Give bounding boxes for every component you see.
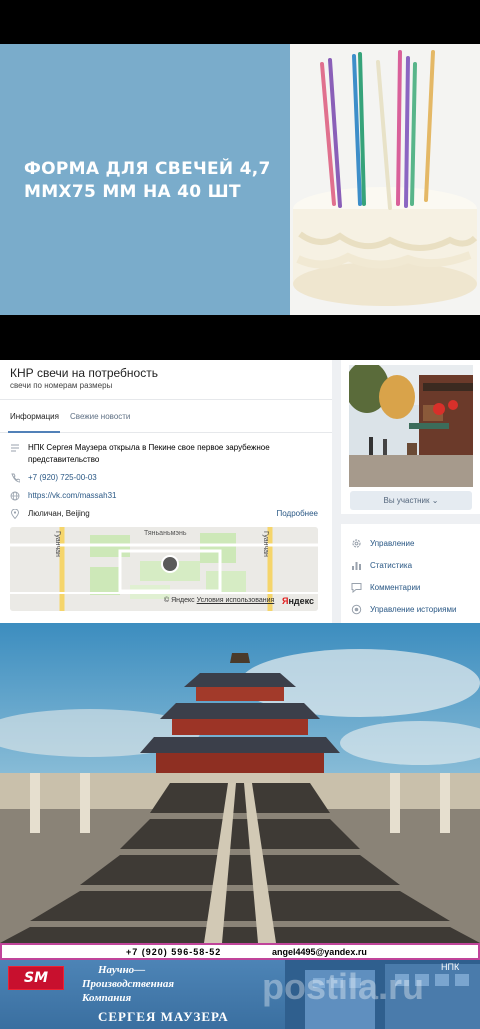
map-copyright: © Яндекс <box>164 597 195 604</box>
stories-icon <box>351 604 362 615</box>
globe-icon <box>10 491 20 501</box>
more-details-link[interactable]: Подробнее <box>277 509 319 518</box>
company-line-3: Компания <box>82 992 132 1004</box>
description-text-line2: представительство <box>28 455 100 464</box>
postila-watermark: postila.ru <box>262 966 425 1007</box>
gear-icon <box>352 539 361 548</box>
location-row: Люличан, Beijing <box>10 508 210 520</box>
tab-latest-news[interactable]: Свежие новости <box>70 412 130 421</box>
candles-cake-photo <box>290 44 480 315</box>
menu-item-label: Управление историями <box>370 605 457 614</box>
location-text: Люличан, Beijing <box>28 509 90 518</box>
contact-phone: +7 (920) 596-58-52 <box>126 947 222 957</box>
map-street-label: Гуанчан <box>54 531 61 557</box>
phone-link[interactable]: +7 (920) 725-00-03 <box>28 472 97 484</box>
phone-icon <box>11 473 20 483</box>
stats-icon <box>352 562 361 570</box>
menu-item-label: Статистика <box>370 561 413 570</box>
description-icon <box>11 444 19 452</box>
location-map[interactable]: Гуанчан Гуанчан Тяньаньмэнь © Яндекс Усл… <box>10 527 318 611</box>
banner-title: Форма для свечей 4,7 ммх75 мм на 40 шт <box>24 159 271 202</box>
active-tab-indicator <box>8 431 60 433</box>
description-row: НПК Сергея Маузера открыла в Пекине свое… <box>10 442 320 468</box>
npk-label: НПК <box>441 962 460 972</box>
group-cover-photo[interactable] <box>349 365 473 487</box>
map-attribution: © Яндекс Условия использования <box>164 597 274 604</box>
group-tabs: Информация Свежие новости <box>0 399 332 433</box>
group-status: свечи по номерам размеры <box>10 381 113 390</box>
company-line-1: Научно— <box>98 964 146 976</box>
chevron-down-icon: ⌄ <box>431 496 439 505</box>
company-line-2: Производственная <box>82 978 175 990</box>
menu-item-label: Управление <box>370 539 415 548</box>
sm-logo: SM <box>8 966 64 990</box>
website-link[interactable]: https://vk.com/massah31 <box>28 490 116 502</box>
description-text: НПК Сергея Маузера открыла в Пекине свое… <box>28 443 270 452</box>
map-street-label: Гуанчан <box>262 531 269 557</box>
group-info-card: КНР свечи на потребность свечи по номера… <box>0 360 332 623</box>
group-title: КНР свечи на потребность <box>10 366 158 380</box>
phone-row: +7 (920) 725-00-03 <box>10 472 320 484</box>
member-button-label: Вы участник <box>383 496 430 505</box>
contact-email: angel4495@yandex.ru <box>272 947 367 957</box>
contact-bar: +7 (920) 596-58-52 angel4495@yandex.ru <box>0 943 480 960</box>
vk-group-panel: КНР свечи на потребность свечи по номера… <box>0 360 480 623</box>
map-district-label: Тяньаньмэнь <box>144 530 187 537</box>
group-cover-card: Вы участник ⌄ <box>341 360 480 514</box>
member-dropdown-button[interactable]: Вы участник ⌄ <box>350 491 472 510</box>
company-footer: +7 (920) 596-58-52 angel4495@yandex.ru S… <box>0 943 480 1029</box>
map-terms-link[interactable]: Условия использования <box>197 597 275 604</box>
yandex-logo: Яндекс <box>281 596 314 606</box>
admin-menu: Управление Статистика Комментарии Управл… <box>341 524 480 623</box>
company-banner: SM Научно— Производственная Компания СЕР… <box>0 960 480 1029</box>
company-name: СЕРГЕЯ МАУЗЕРА <box>98 1009 229 1024</box>
website-row: https://vk.com/massah31 <box>10 490 320 502</box>
comment-icon <box>351 583 362 593</box>
menu-item-label: Комментарии <box>370 583 421 592</box>
temple-of-heaven-photo <box>0 623 480 943</box>
product-banner: Форма для свечей 4,7 ммх75 мм на 40 шт <box>0 0 480 360</box>
tab-info[interactable]: Информация <box>10 412 59 421</box>
location-pin-icon <box>11 509 19 519</box>
